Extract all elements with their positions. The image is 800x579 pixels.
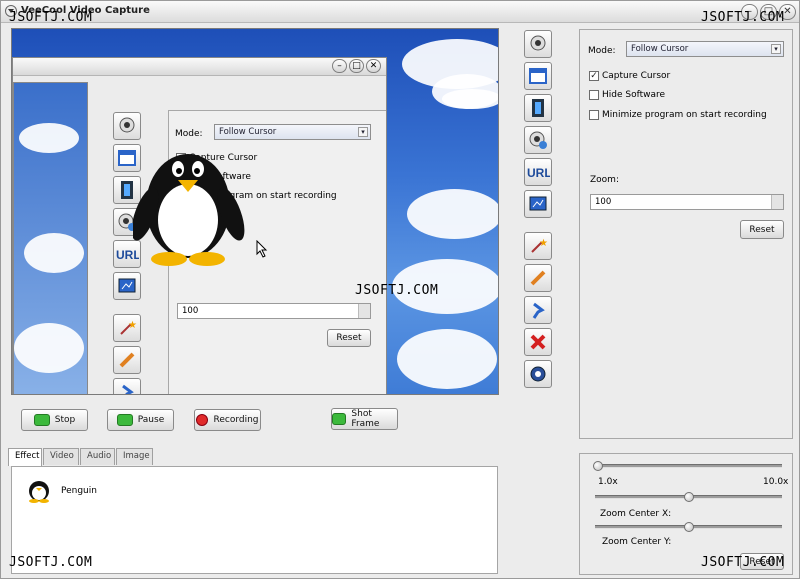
magic-wand-icon[interactable]: ★ [524,232,552,260]
captured-close-icon: ✕ [366,59,381,73]
gear-icon[interactable] [524,360,552,388]
zoom-label: Zoom: [590,175,619,185]
tab-audio[interactable]: Audio [80,448,115,465]
pencil-icon [113,346,141,374]
captured-reset-label: Reset [336,333,362,343]
pause-label: Pause [137,415,165,425]
tab-video[interactable]: Video [43,448,79,465]
svg-text:★: ★ [539,238,548,249]
zoom-center-x-thumb[interactable] [683,492,694,502]
penguin-icon [29,481,49,503]
capture-cursor-checkbox[interactable]: ✓ [589,71,599,81]
zoom-center-x-label: Zoom Center X: [600,509,672,519]
pin-icon [113,378,141,394]
mode-select[interactable]: Follow Cursor ▾ [626,41,784,57]
recording-label: Recording [213,415,259,425]
zoom-level-thumb[interactable] [593,461,603,471]
watermark: JSOFTJ.COM [9,555,93,570]
zoom-center-y-thumb[interactable] [683,522,694,532]
effect-label: Penguin [61,486,97,496]
hide-software-checkbox[interactable] [589,90,599,100]
captured-reset-button: Reset [327,329,371,347]
delete-icon[interactable] [524,328,552,356]
main-window: VeeCool Video Capture – □ ✕ JSOFTJ.COM J… [0,0,800,579]
stop-label: Stop [54,415,76,425]
record-icon [196,414,209,426]
captured-window: – □ ✕ URL ★ Mode: Follow Cursor ▾ Captur… [12,57,387,394]
scale-max-label: 10.0x [763,477,789,487]
tab-effect[interactable]: Effect [8,448,42,466]
webcam-effect-icon[interactable] [524,126,552,154]
cloud [19,123,79,153]
reset-label: Reset [749,224,775,235]
spinner-icon[interactable] [771,195,783,209]
zoom-center-y-label: Zoom Center Y: [602,537,672,547]
shot-frame-label: Shot Frame [351,409,380,429]
zoom-level-track[interactable] [598,464,782,468]
captured-zoom-field: 100 [177,303,371,319]
cloud [442,89,498,109]
reset-button[interactable]: Reset [740,220,784,239]
url-icon[interactable]: URL [524,158,552,186]
camera-icon [332,413,347,425]
scale-min-label: 1.0x [598,477,618,487]
mode-value: Follow Cursor [631,44,689,54]
captured-zoom-value: 100 [182,306,199,316]
hide-software-label: Hide Software [602,90,666,100]
watermark: JSOFTJ.COM [355,283,439,298]
list-item[interactable]: Penguin [24,479,144,503]
penguin-icon [133,154,245,266]
captured-preview [13,82,88,394]
watermark: JSOFTJ.COM [701,10,785,25]
stop-button[interactable]: Stop [21,409,88,431]
pause-icon [116,414,133,426]
svg-text:★: ★ [128,320,137,331]
screen-region-icon [113,272,141,300]
film-icon[interactable] [524,94,552,122]
pause-button[interactable]: Pause [107,409,174,431]
capture-cursor-label: Capture Cursor [602,71,671,81]
svg-text:URL: URL [527,166,550,180]
captured-title-bar: – □ ✕ [13,58,386,76]
chevron-down-icon: ▾ [771,44,781,54]
zoom-value: 100 [595,197,612,207]
settings-panel: Mode: Follow Cursor ▾ ✓ Capture Cursor Hi… [579,29,793,439]
chevron-down-icon: ▾ [358,127,368,137]
watermark: JSOFTJ.COM [9,10,93,25]
mouse-cursor-icon [256,240,268,258]
window-icon[interactable] [524,62,552,90]
minimize-program-label: Minimize program on start recording [602,110,767,120]
tab-image[interactable]: Image [116,448,153,465]
cloud [407,189,498,239]
shot-frame-button[interactable]: Shot Frame [331,408,398,430]
captured-maximize-icon: □ [349,59,364,73]
spinner-icon [358,304,370,318]
minimize-program-checkbox[interactable] [589,110,599,120]
screen-region-icon[interactable] [524,190,552,218]
mode-label: Mode: [588,46,616,56]
recording-button[interactable]: Recording [194,409,261,431]
pin-icon[interactable] [524,296,552,324]
cloud [14,323,84,373]
cloud [397,329,497,389]
title-bar: VeeCool Video Capture – □ ✕ [1,1,799,23]
cloud [24,233,84,273]
captured-minimize-icon: – [332,59,347,73]
zoom-field[interactable]: 100 [590,194,784,210]
capture-preview[interactable]: – □ ✕ URL ★ Mode: Follow Cursor ▾ Captur… [11,28,499,395]
stop-icon [33,414,50,426]
pencil-icon[interactable] [524,264,552,292]
webcam-icon[interactable] [524,30,552,58]
magic-wand-icon: ★ [113,314,141,342]
watermark: JSOFTJ.COM [701,555,785,570]
